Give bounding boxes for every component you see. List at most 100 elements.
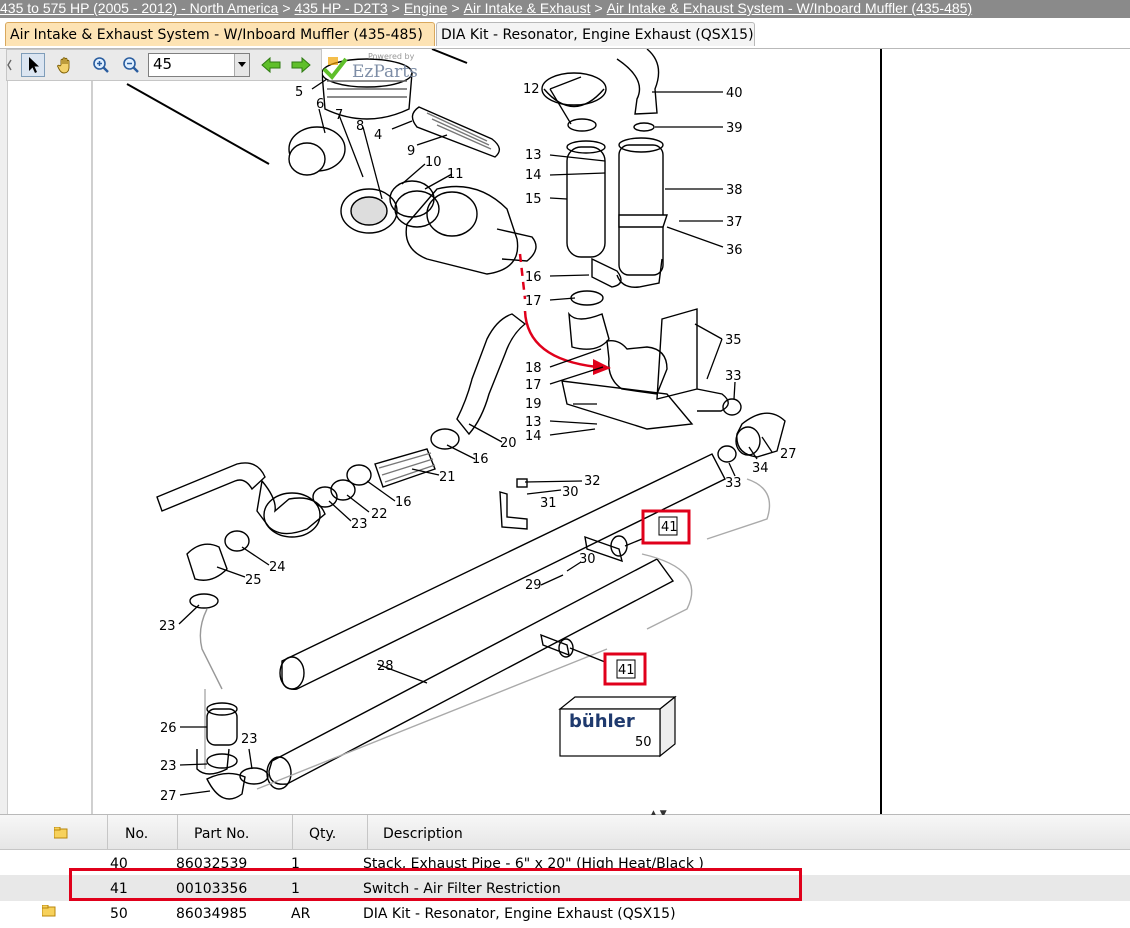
callout-28[interactable]: 28 (377, 659, 394, 674)
callout-17[interactable]: 17 (525, 294, 542, 309)
callout-21[interactable]: 21 (439, 470, 456, 485)
parts-table: ▲ ▼ No. Part No. Qty. Description 40 860… (0, 809, 1130, 922)
callout-20[interactable]: 20 (500, 436, 517, 451)
callout-30[interactable]: 30 (562, 485, 579, 500)
callout-10[interactable]: 10 (425, 155, 442, 170)
callout-6[interactable]: 6 (316, 97, 324, 112)
zoom-in-button[interactable] (89, 53, 113, 77)
row-part-no: 86034985 (176, 906, 248, 922)
callout-41[interactable]: 41 (661, 520, 678, 535)
buhler-logo: bühler (569, 711, 635, 732)
callout-27[interactable]: 27 (780, 447, 797, 462)
column-header-qty[interactable]: Qty. (293, 815, 368, 849)
ezparts-brand: EzParts (352, 62, 418, 82)
callout-31[interactable]: 31 (540, 496, 557, 511)
pointer-icon (29, 57, 39, 73)
pan-hand-button[interactable] (53, 53, 77, 77)
breadcrumb-separator: > (282, 0, 291, 16)
callout-29[interactable]: 29 (525, 578, 542, 593)
zoom-out-icon (123, 57, 139, 73)
callout-12[interactable]: 12 (523, 82, 540, 97)
callout-15[interactable]: 15 (525, 192, 542, 207)
row-description: DIA Kit - Resonator, Engine Exhaust (QSX… (363, 906, 676, 922)
previous-button[interactable] (259, 53, 283, 77)
dia-kit-box[interactable]: bühler 50 (558, 695, 677, 758)
callout-30[interactable]: 30 (579, 552, 596, 567)
callout-23[interactable]: 23 (159, 619, 176, 634)
diagram-divider (880, 49, 882, 814)
breadcrumb-separator: > (391, 0, 400, 16)
row-qty: AR (291, 906, 311, 922)
breadcrumb-separator: > (451, 0, 460, 16)
callout-37[interactable]: 37 (726, 215, 743, 230)
callout-33[interactable]: 33 (725, 476, 742, 491)
callout-25[interactable]: 25 (245, 573, 262, 588)
tab-bar: Air Intake & Exhaust System - W/Inboard … (0, 18, 1130, 49)
table-header: No. Part No. Qty. Description (0, 815, 1130, 850)
tab-air-intake-system[interactable]: Air Intake & Exhaust System - W/Inboard … (5, 22, 435, 46)
callout-26[interactable]: 26 (160, 721, 177, 736)
callout-34[interactable]: 34 (752, 461, 769, 476)
callout-23[interactable]: 23 (351, 517, 368, 532)
breadcrumb: 435 to 575 HP (2005 - 2012) - North Amer… (0, 0, 1130, 18)
ezparts-watermark: Powered by EzParts (322, 52, 432, 82)
callout-16[interactable]: 16 (395, 495, 412, 510)
select-pointer-button[interactable] (21, 53, 45, 77)
callout-7[interactable]: 7 (335, 108, 343, 123)
callout-22[interactable]: 22 (371, 507, 388, 522)
zoom-in-icon (93, 57, 109, 73)
folder-icon (54, 827, 68, 839)
callout-23[interactable]: 23 (241, 732, 258, 747)
callout-33[interactable]: 33 (725, 369, 742, 384)
breadcrumb-item-air-intake[interactable]: Air Intake & Exhaust (464, 0, 591, 16)
callout-16[interactable]: 16 (472, 452, 489, 467)
callout-13[interactable]: 13 (525, 148, 542, 163)
callout-24[interactable]: 24 (269, 560, 286, 575)
callout-5[interactable]: 5 (295, 85, 303, 100)
breadcrumb-item-system[interactable]: Air Intake & Exhaust System - W/Inboard … (607, 0, 972, 16)
powered-by-label: Powered by (368, 52, 415, 61)
breadcrumb-separator: > (594, 0, 603, 16)
callout-27[interactable]: 27 (160, 789, 177, 804)
callout-50[interactable]: 50 (635, 735, 652, 750)
hand-icon (56, 57, 70, 74)
callout-13[interactable]: 13 (525, 415, 542, 430)
callout-16[interactable]: 16 (525, 270, 542, 285)
parts-diagram[interactable]: 5 6 7 8 4 9 10 11 12 13 14 15 16 17 18 1… (7, 49, 1130, 814)
column-header-part-no[interactable]: Part No. (178, 815, 293, 849)
column-header-description[interactable]: Description (368, 815, 1130, 849)
callout-17[interactable]: 17 (525, 378, 542, 393)
column-header-no[interactable]: No. (108, 815, 178, 849)
kit-folder-icon[interactable] (42, 905, 56, 917)
callout-9[interactable]: 9 (407, 144, 415, 159)
callout-14[interactable]: 14 (525, 429, 542, 444)
callout-11[interactable]: 11 (447, 167, 464, 182)
callout-38[interactable]: 38 (726, 183, 743, 198)
callout-14[interactable]: 14 (525, 168, 542, 183)
table-row[interactable]: 50 86034985 AR DIA Kit - Resonator, Engi… (0, 900, 1130, 926)
callout-18[interactable]: 18 (525, 361, 542, 376)
tab-dia-kit[interactable]: DIA Kit - Resonator, Engine Exhaust (QSX… (436, 22, 755, 46)
callout-32[interactable]: 32 (584, 474, 601, 489)
column-header-icon[interactable] (0, 815, 108, 849)
callout-8[interactable]: 8 (356, 119, 364, 134)
breadcrumb-item-engine[interactable]: Engine (404, 0, 448, 16)
callout-19[interactable]: 19 (525, 397, 542, 412)
callout-35[interactable]: 35 (725, 333, 742, 348)
breadcrumb-item-series[interactable]: 435 to 575 HP (2005 - 2012) - North Amer… (0, 0, 278, 16)
callout-4[interactable]: 4 (374, 128, 382, 143)
zoom-level-select[interactable]: 45 (148, 53, 250, 77)
callout-23[interactable]: 23 (160, 759, 177, 774)
ezparts-logo-icon (322, 57, 348, 81)
next-button[interactable] (289, 53, 313, 77)
zoom-out-button[interactable] (119, 53, 143, 77)
breadcrumb-item-model[interactable]: 435 HP - D2T3 (295, 0, 388, 16)
row-no: 50 (110, 906, 128, 922)
callout-39[interactable]: 39 (726, 121, 743, 136)
callout-40[interactable]: 40 (726, 86, 743, 101)
chevron-down-icon[interactable] (234, 54, 249, 76)
callout-36[interactable]: 36 (726, 243, 743, 258)
highlight-box-row-41 (69, 868, 802, 901)
arrow-right-icon (291, 56, 311, 74)
callout-41[interactable]: 41 (618, 663, 635, 678)
